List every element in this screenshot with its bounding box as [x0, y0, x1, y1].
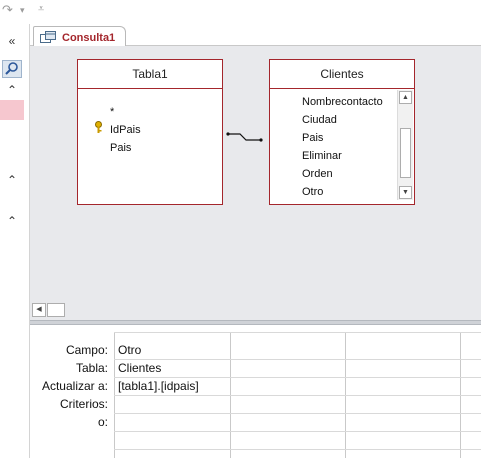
tab-label: Consulta1: [62, 31, 116, 44]
group-chevron-icon[interactable]: ⌃: [0, 81, 24, 99]
primary-key-icon: [95, 121, 102, 133]
search-icon: [5, 62, 18, 75]
row-label-actualizar: Actualizar a:: [41, 379, 108, 393]
search-button[interactable]: [2, 60, 22, 78]
grid-cell-o[interactable]: [115, 413, 230, 431]
join-line[interactable]: [226, 130, 264, 144]
field-list-scrollbar[interactable]: ▲ ▼: [397, 90, 413, 200]
tab-consulta1[interactable]: Consulta1: [33, 26, 127, 48]
grid-row-border: [114, 449, 481, 450]
group-chevron-icon[interactable]: ⌃: [0, 212, 24, 230]
query-design-grid: Campo: Tabla: Actualizar a: Criterios: o…: [30, 325, 481, 458]
scroll-down-icon[interactable]: ▼: [399, 186, 412, 199]
query-design-pane: Tabla1 * IdPais Pais Clientes Nombrecont…: [30, 46, 481, 320]
grid-cell-criterios[interactable]: [115, 395, 230, 413]
table-title[interactable]: Tabla1: [78, 60, 222, 89]
redo-icon[interactable]: ↷: [2, 2, 13, 18]
selected-nav-item[interactable]: [0, 100, 24, 120]
table-box-clientes[interactable]: Clientes Nombrecontacto Ciudad Pais Elim…: [269, 59, 415, 205]
field-eliminar[interactable]: Eliminar: [302, 150, 342, 162]
field-otro[interactable]: Otro: [302, 186, 323, 198]
grid-cell-campo[interactable]: Otro: [115, 341, 230, 359]
grid-cell-tabla[interactable]: Clientes: [115, 359, 230, 377]
field-pais[interactable]: Pais: [302, 132, 323, 144]
collapse-pane-icon[interactable]: «: [0, 32, 24, 50]
grid-cell-actualizar[interactable]: [tabla1].[idpais]: [115, 377, 230, 395]
design-horizontal-scrollbar[interactable]: ◀: [32, 303, 481, 319]
field-ciudad[interactable]: Ciudad: [302, 114, 337, 126]
row-label-criterios: Criterios:: [59, 397, 108, 411]
document-tab-strip: Consulta1: [30, 24, 481, 48]
field-idpais[interactable]: IdPais: [110, 124, 141, 136]
scroll-up-icon[interactable]: ▲: [399, 91, 412, 104]
row-label-tabla: Tabla:: [75, 361, 108, 375]
field-all[interactable]: *: [110, 106, 114, 118]
redo-dropdown-icon[interactable]: ▾: [20, 5, 25, 16]
navigation-pane: « ⌃ ⌃ ⌃: [0, 24, 30, 458]
grid-row-border: [114, 332, 481, 333]
field-nombrecontacto[interactable]: Nombrecontacto: [302, 96, 383, 108]
field-pais[interactable]: Pais: [110, 142, 131, 154]
grid-row-border: [114, 431, 481, 432]
row-label-campo: Campo:: [65, 343, 108, 357]
scrollbar-thumb[interactable]: [47, 303, 65, 317]
table-title[interactable]: Clientes: [270, 60, 414, 89]
scroll-left-icon[interactable]: ◀: [32, 303, 46, 317]
query-icon: [40, 31, 56, 43]
customize-toolbar-icon[interactable]: ⩡: [38, 3, 44, 16]
group-chevron-icon[interactable]: ⌃: [0, 171, 24, 189]
table-box-tabla1[interactable]: Tabla1 * IdPais Pais: [77, 59, 223, 205]
quick-access-toolbar: ↷ ▾ ⩡: [0, 0, 481, 24]
row-label-o: o:: [97, 415, 108, 429]
scrollbar-thumb[interactable]: [400, 128, 411, 178]
field-orden[interactable]: Orden: [302, 168, 333, 180]
